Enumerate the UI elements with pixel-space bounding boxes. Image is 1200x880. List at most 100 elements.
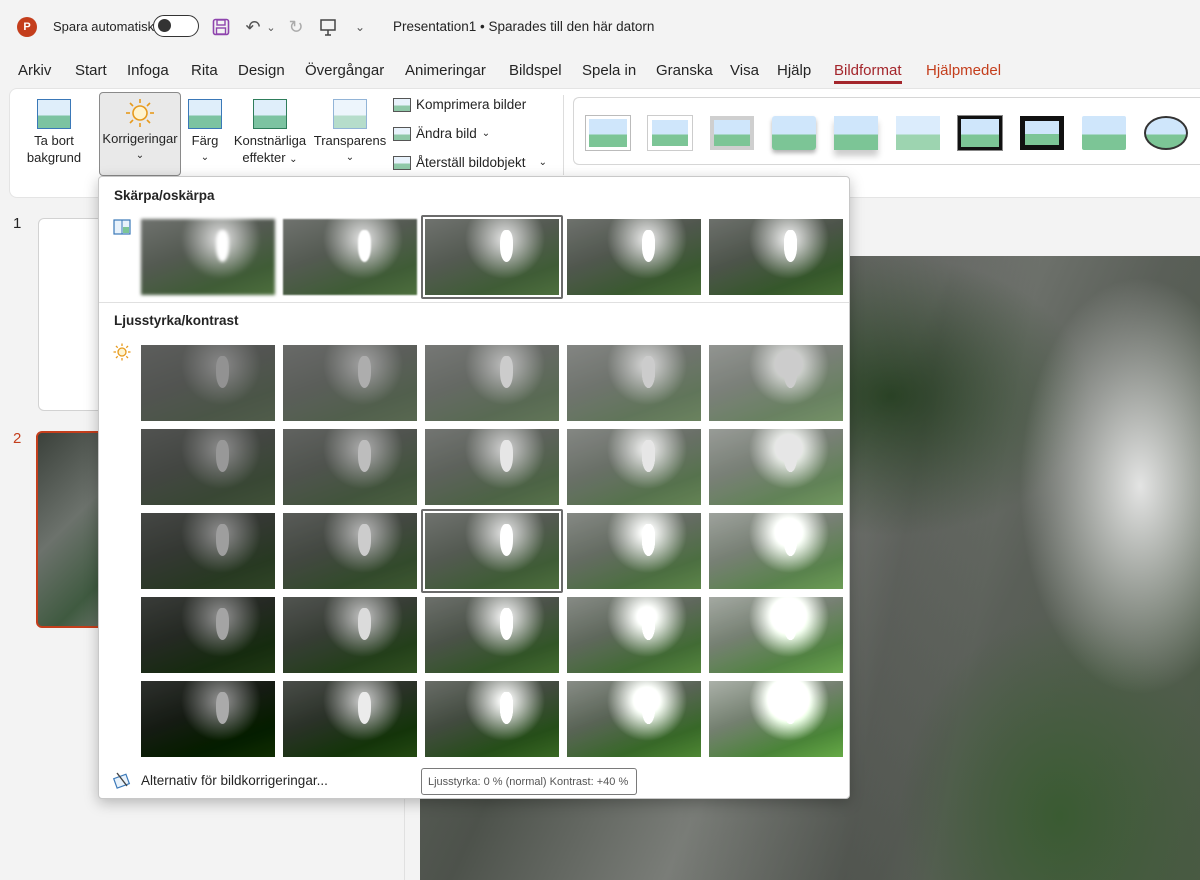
tab-overgangar[interactable]: Övergångar [305,62,384,79]
autosave-toggle[interactable] [153,15,199,37]
brightness-contrast-thumbnail[interactable] [709,681,843,757]
picture-style-thumb[interactable] [710,116,754,150]
brightness-contrast-thumbnail[interactable] [709,597,843,673]
brightness-contrast-thumbnail[interactable] [567,513,701,589]
waterfall-highlight [216,229,230,262]
sharpness-thumbnail[interactable] [425,219,559,295]
tab-arkiv[interactable]: Arkiv [18,62,51,79]
toggle-knob [158,19,171,32]
brightness-contrast-thumbnail[interactable] [425,513,559,589]
artistic-label-2: effekter [242,150,286,165]
change-picture-label: Ändra bild [416,126,477,141]
brightness-contrast-thumbnail[interactable] [425,681,559,757]
brightness-contrast-thumbnail[interactable] [283,429,417,505]
undo-icon[interactable]: ↶ [242,15,264,39]
picture-style-thumb[interactable] [896,116,940,150]
transparency-button[interactable]: Transparens ⌄ [312,99,388,166]
brightness-contrast-thumbnail[interactable] [283,345,417,421]
waterfall-highlight [216,523,230,556]
brightness-contrast-thumbnail[interactable] [141,429,275,505]
reset-picture-button[interactable]: Återställ bildobjekt ⌄ [393,155,547,170]
brightness-contrast-thumbnail[interactable] [141,513,275,589]
picture-style-thumb[interactable] [772,116,816,150]
sharpness-thumbnail[interactable] [709,219,843,295]
sharpness-thumbnail[interactable] [283,219,417,295]
corrections-gallery-dropdown: Skärpa/oskärpa Ljusstyrka/kontrast Alter… [98,176,850,799]
redo-icon[interactable]: ↻ [285,15,307,39]
transparency-icon [333,99,367,129]
waterfall-highlight [216,439,230,472]
tab-start[interactable]: Start [75,62,107,79]
tab-visa[interactable]: Visa [730,62,759,79]
picture-style-thumb[interactable] [957,115,1003,151]
save-icon[interactable] [210,15,232,39]
tab-animeringar[interactable]: Animeringar [405,62,486,79]
waterfall-highlight [500,523,514,556]
tab-bildformat[interactable]: Bildformat [834,62,902,84]
waterfall-highlight [500,355,514,388]
remove-background-icon [37,99,71,129]
present-icon[interactable] [317,15,339,39]
tab-bildspel[interactable]: Bildspel [509,62,562,79]
tab-infoga[interactable]: Infoga [127,62,169,79]
picture-style-thumb[interactable] [834,116,878,150]
brightness-contrast-thumbnail[interactable] [567,681,701,757]
picture-style-thumb[interactable] [1020,116,1064,150]
picture-style-thumb[interactable] [1082,116,1126,150]
chevron-down-icon: ⌄ [200,152,210,163]
corrections-button[interactable]: Korrigeringar ⌄ [99,92,181,176]
ribbon-tabs: Arkiv Start Infoga Rita Design Övergånga… [0,56,1200,88]
brightness-contrast-thumbnail[interactable] [709,513,843,589]
brightness-contrast-thumbnail[interactable] [567,345,701,421]
brightness-contrast-thumbnail[interactable] [709,345,843,421]
waterfall-highlight [358,607,372,640]
color-button[interactable]: Färg ⌄ [182,99,228,166]
picture-corrections-options-link[interactable]: Alternativ för bildkorrigeringar... [141,773,328,788]
undo-dropdown-icon[interactable]: ⌄ [264,15,278,39]
tab-design[interactable]: Design [238,62,285,79]
tab-hjalpmedel[interactable]: Hjälpmedel [926,62,1001,79]
waterfall-highlight [642,607,656,640]
transparency-label: Transparens [313,133,387,148]
title-bar: P Spara automatiskt ↶ ⌄ ↻ ⌄ Presentation… [0,0,1200,56]
compress-pictures-button[interactable]: Komprimera bilder [393,97,526,112]
brightness-contrast-thumbnail[interactable] [283,681,417,757]
waterfall-highlight [500,691,514,724]
tab-spela-in[interactable]: Spela in [582,62,636,79]
picture-style-thumb[interactable] [1144,116,1188,150]
sharpness-thumbnail[interactable] [141,219,275,295]
sharpness-thumbnail[interactable] [567,219,701,295]
picture-style-thumb[interactable] [647,115,693,151]
brightness-contrast-thumbnail[interactable] [567,429,701,505]
brightness-contrast-thumbnail[interactable] [425,597,559,673]
slide-number: 1 [13,215,22,232]
brightness-contrast-thumbnail[interactable] [425,345,559,421]
compress-icon [393,97,411,112]
brightness-contrast-thumbnail[interactable] [567,597,701,673]
slide-number: 2 [13,430,22,447]
change-picture-button[interactable]: Ändra bild ⌄ [393,126,490,141]
brightness-contrast-thumbnail[interactable] [709,429,843,505]
waterfall-highlight [216,607,230,640]
waterfall-highlight [216,355,230,388]
sharpen-soften-heading: Skärpa/oskärpa [114,188,215,203]
waterfall-highlight [358,439,372,472]
sun-icon [113,343,131,364]
waterfall-highlight [642,691,656,724]
brightness-contrast-thumbnail[interactable] [141,681,275,757]
tooltip: Ljusstyrka: 0 % (normal) Kontrast: +40 % [421,768,637,795]
artistic-effects-button[interactable]: Konstnärliga effekter ⌄ [232,99,308,168]
customize-qat-icon[interactable]: ⌄ [350,15,370,39]
brightness-contrast-thumbnail[interactable] [425,429,559,505]
tab-hjalp[interactable]: Hjälp [777,62,811,79]
brightness-contrast-thumbnail[interactable] [141,597,275,673]
picture-style-thumb[interactable] [585,115,631,151]
brightness-contrast-thumbnail[interactable] [283,597,417,673]
chevron-down-icon: ⌄ [538,157,547,168]
waterfall-highlight [784,691,798,724]
brightness-contrast-thumbnail[interactable] [283,513,417,589]
brightness-contrast-thumbnail[interactable] [141,345,275,421]
remove-background-button[interactable]: Ta bort bakgrund [18,99,90,166]
tab-granska[interactable]: Granska [656,62,713,79]
tab-rita[interactable]: Rita [191,62,218,79]
